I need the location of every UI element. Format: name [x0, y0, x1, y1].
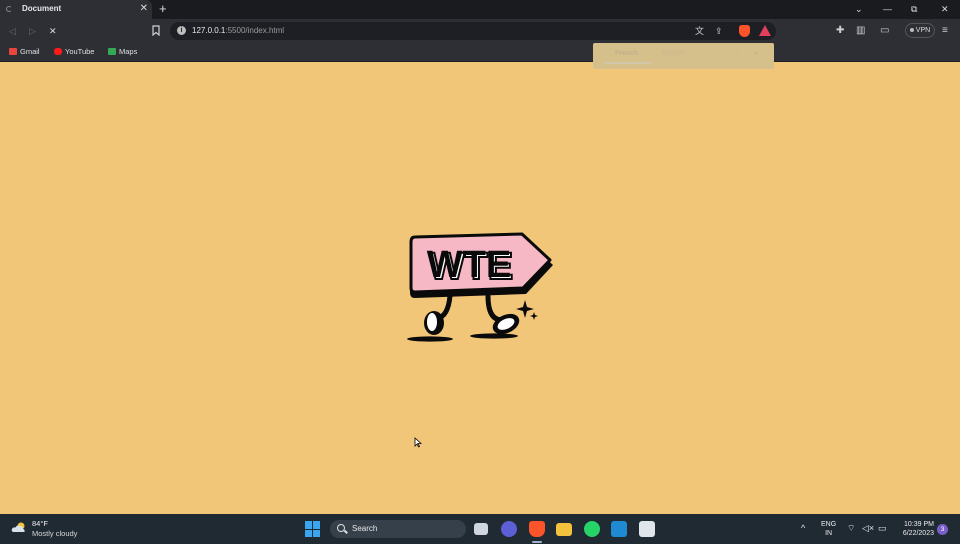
brave-shields-icon[interactable]: [739, 25, 750, 37]
lang-code: ENG: [821, 521, 837, 528]
tray-overflow-icon[interactable]: ^: [801, 522, 805, 534]
active-app-indicator: [532, 541, 542, 543]
vpn-status-dot: [909, 28, 914, 33]
translate-source-tab[interactable]: French: [615, 50, 638, 57]
search-icon: [337, 524, 345, 532]
cloud-icon: [11, 522, 25, 532]
tab-close-icon[interactable]: ✕: [140, 2, 148, 16]
battery-icon[interactable]: ▭: [878, 522, 887, 534]
search-label: Search: [352, 524, 378, 533]
new-tab-button[interactable]: +: [159, 1, 167, 17]
mouse-cursor-icon: [414, 437, 422, 448]
logo-text: WTE: [427, 244, 511, 286]
teams-chat-icon[interactable]: [501, 521, 517, 537]
url-path: :5500/index.html: [225, 26, 285, 35]
translate-icon[interactable]: 文: [695, 24, 704, 38]
weather-description[interactable]: Mostly cloudy: [32, 529, 77, 539]
bookmark-youtube[interactable]: YouTube: [54, 46, 94, 58]
clock-time: 10:39 PM: [904, 521, 934, 528]
extensions-icon[interactable]: ✚: [836, 24, 844, 38]
bookmark-icon[interactable]: [152, 25, 160, 36]
volume-icon[interactable]: ◁×: [862, 522, 874, 534]
bookmark-maps[interactable]: Maps: [108, 46, 137, 58]
gmail-icon: [9, 48, 17, 55]
maps-icon: [108, 48, 116, 55]
brave-browser-icon[interactable]: [529, 521, 545, 537]
system-clock[interactable]: 10:39 PM 6/22/2023: [896, 520, 934, 538]
forward-button[interactable]: ▷: [29, 24, 36, 38]
tab-strip: Document ✕ + ⌄ — ⧉ ✕: [0, 0, 960, 19]
wallet-icon[interactable]: ▭: [880, 24, 889, 38]
url-text: 127.0.0.1:5500/index.html: [192, 26, 284, 35]
vpn-label: VPN: [915, 27, 931, 34]
vscode-icon[interactable]: [611, 521, 627, 537]
bookmarks-bar: Gmail YouTube Maps: [0, 43, 960, 62]
windows-start-icon[interactable]: [305, 521, 321, 537]
snipping-tool-icon[interactable]: [639, 521, 655, 537]
weather-temperature[interactable]: 84°F: [32, 519, 48, 529]
site-info-icon[interactable]: i: [177, 26, 186, 35]
task-view-icon[interactable]: [474, 523, 488, 535]
file-explorer-icon[interactable]: [556, 523, 572, 536]
address-bar[interactable]: i 127.0.0.1:5500/index.html 文 ⇪: [170, 22, 776, 40]
bookmark-label: Maps: [119, 47, 138, 56]
youtube-icon: [54, 48, 62, 55]
clock-date: 6/22/2023: [902, 530, 934, 537]
tab-title: Document: [22, 4, 62, 13]
stop-loading-button[interactable]: ✕: [49, 24, 57, 38]
bookmark-label: Gmail: [20, 47, 40, 56]
loading-spinner-icon: [6, 6, 12, 12]
close-window-button[interactable]: ✕: [941, 2, 949, 16]
browser-tab[interactable]: Document ✕: [0, 0, 152, 19]
bookmark-label: YouTube: [65, 47, 95, 56]
taskbar-search[interactable]: Search: [330, 520, 466, 538]
translate-popup: French English ⋮ ✕: [593, 43, 774, 69]
back-button[interactable]: ◁: [9, 24, 16, 38]
translate-close-icon[interactable]: ✕: [753, 50, 759, 58]
restore-button[interactable]: ⧉: [911, 2, 917, 16]
whatsapp-icon[interactable]: [584, 521, 600, 537]
vpn-button[interactable]: VPN: [905, 23, 935, 38]
url-host: 127.0.0.1: [192, 26, 226, 35]
bookmark-gmail[interactable]: Gmail: [9, 46, 40, 58]
input-language-indicator[interactable]: ENG IN: [821, 520, 836, 538]
windows-taskbar: 84°F Mostly cloudy Search ^ ENG IN ⌔ ◁× …: [0, 514, 960, 544]
notification-badge[interactable]: 3: [937, 524, 948, 535]
translate-tab-indicator: [605, 62, 651, 64]
wifi-icon[interactable]: ⌔: [847, 522, 855, 534]
sidebar-icon[interactable]: ▥: [856, 24, 865, 38]
tab-list-icon[interactable]: ⌄: [855, 2, 863, 16]
share-icon[interactable]: ⇪: [715, 24, 723, 38]
brave-rewards-icon[interactable]: [759, 25, 771, 36]
translate-target-tab[interactable]: English: [662, 50, 685, 57]
minimize-button[interactable]: —: [883, 2, 892, 16]
translate-menu-icon[interactable]: ⋮: [734, 50, 741, 58]
lang-region: IN: [825, 530, 833, 537]
browser-toolbar: ◁ ▷ ✕ i 127.0.0.1:5500/index.html 文 ⇪ ✚ …: [0, 19, 960, 43]
wte-logo: WTE WTE: [407, 232, 553, 342]
menu-icon[interactable]: ≡: [942, 24, 948, 38]
